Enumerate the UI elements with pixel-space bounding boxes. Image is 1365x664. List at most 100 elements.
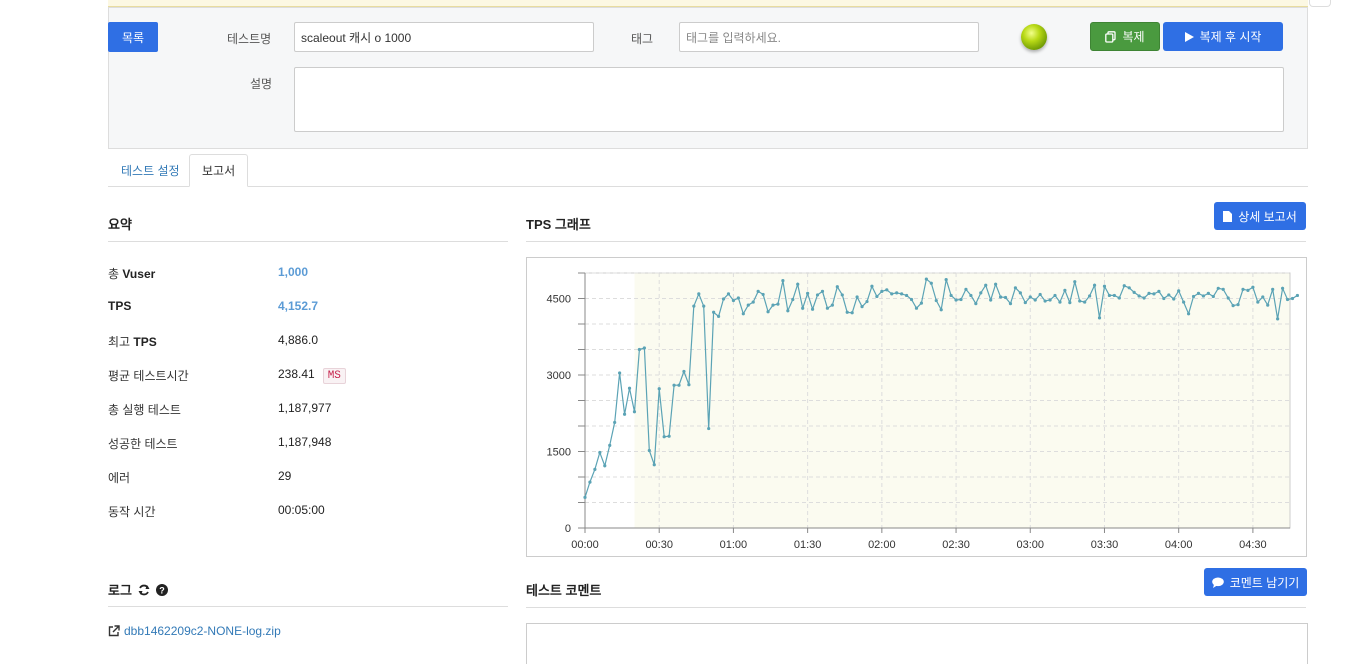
detail-report-label: 상세 보고서 bbox=[1238, 209, 1297, 224]
tps-data-point bbox=[791, 297, 795, 302]
tps-data-point bbox=[1132, 290, 1136, 294]
clone-and-start-button[interactable]: 복제 후 시작 bbox=[1163, 22, 1283, 51]
tab-report[interactable]: 보고서 bbox=[189, 154, 249, 187]
y-tick-label: 0 bbox=[565, 523, 571, 535]
clone-and-start-label: 복제 후 시작 bbox=[1199, 30, 1262, 44]
x-tick-label: 03:30 bbox=[1091, 539, 1119, 551]
tps-data-point bbox=[1078, 299, 1082, 303]
tps-data-point bbox=[860, 305, 864, 309]
corner-button[interactable] bbox=[1309, 0, 1331, 7]
tps-data-point bbox=[721, 297, 726, 301]
leave-comment-button[interactable]: 코멘트 남기기 bbox=[1204, 568, 1307, 596]
tps-data-point bbox=[939, 308, 943, 312]
tps-data-point bbox=[776, 302, 780, 306]
tps-data-point bbox=[1276, 317, 1280, 321]
tps-data-point bbox=[914, 306, 919, 310]
tps-data-point bbox=[835, 285, 839, 289]
tps-data-point bbox=[1058, 300, 1062, 304]
tps-data-point bbox=[944, 278, 948, 282]
tps-data-point bbox=[1107, 293, 1112, 298]
tps-data-point bbox=[825, 306, 830, 310]
tps-chart-svg: 00:00 00:30 01:00 01:30 02:00 02:30 03:00 03:30… bbox=[547, 272, 1300, 551]
tps-data-point bbox=[647, 448, 651, 453]
tps-data-point bbox=[627, 386, 632, 390]
tps-data-point bbox=[1201, 294, 1206, 298]
summary-value-text: 4,886.0 bbox=[278, 333, 319, 347]
test-name-label: 테스트명 bbox=[227, 32, 272, 46]
tps-data-point bbox=[652, 463, 656, 467]
x-tick-label: 03:00 bbox=[1016, 539, 1044, 551]
tps-data-point bbox=[1216, 286, 1220, 290]
tag-input[interactable]: 태그를 입력하세요. bbox=[679, 22, 979, 52]
tps-data-point bbox=[716, 314, 721, 318]
comment-box[interactable] bbox=[526, 623, 1308, 664]
test-name-input[interactable]: scaleout 캐시 o 1000 bbox=[294, 22, 594, 52]
tps-data-point bbox=[1003, 295, 1008, 300]
tps-data-point bbox=[840, 293, 844, 297]
tps-data-point bbox=[796, 282, 800, 286]
comment-icon bbox=[1211, 577, 1224, 588]
x-tick-label: 02:30 bbox=[942, 539, 970, 551]
description-textarea[interactable] bbox=[294, 67, 1284, 132]
tps-data-point bbox=[588, 480, 592, 484]
tps-data-point bbox=[909, 297, 914, 302]
tps-data-point bbox=[1013, 286, 1018, 290]
status-indicator-light bbox=[1021, 24, 1047, 50]
summary-label: 평균 테스트시간 bbox=[108, 367, 189, 384]
tps-data-point bbox=[1191, 294, 1196, 299]
tps-data-point bbox=[1038, 292, 1042, 297]
notice-strip bbox=[108, 0, 1308, 7]
tps-data-point bbox=[1271, 287, 1275, 291]
tps-data-point bbox=[1251, 285, 1255, 289]
tab-test-settings[interactable]: 테스트 설정 bbox=[109, 154, 192, 186]
detail-report-button[interactable]: 상세 보고서 bbox=[1214, 202, 1306, 230]
refresh-icon[interactable] bbox=[138, 584, 150, 596]
tps-data-point bbox=[1167, 293, 1171, 297]
summary-value-text: 00:05:00 bbox=[278, 503, 325, 517]
summary-value[interactable]: 4,152.7 bbox=[278, 299, 318, 313]
tps-data-point bbox=[746, 303, 750, 307]
summary-value: 4,886.0 bbox=[278, 333, 318, 347]
x-tick-label: 00:30 bbox=[645, 539, 673, 551]
list-button[interactable]: 목록 bbox=[108, 22, 158, 52]
tps-data-point bbox=[1068, 300, 1072, 305]
log-file-link[interactable]: dbb1462209c2-NONE-log.zip bbox=[124, 624, 281, 638]
tps-data-point bbox=[904, 293, 909, 298]
tps-data-point bbox=[1182, 300, 1186, 304]
tps-data-point bbox=[1063, 288, 1067, 292]
tps-data-point bbox=[1088, 294, 1092, 298]
summary-value-text: 1,187,977 bbox=[278, 401, 332, 415]
tps-data-point bbox=[761, 292, 765, 297]
summary-value: 1,187,977 bbox=[278, 401, 331, 415]
tps-divider bbox=[526, 241, 1306, 242]
tps-data-point bbox=[1295, 293, 1300, 298]
tps-data-point bbox=[934, 298, 938, 303]
summary-value-text: 1,187,948 bbox=[278, 435, 332, 449]
clone-button[interactable]: 복제 bbox=[1090, 22, 1160, 51]
tps-data-point bbox=[736, 296, 740, 300]
tps-data-point bbox=[1048, 298, 1052, 302]
tps-data-point bbox=[1186, 312, 1191, 316]
tps-data-point bbox=[801, 306, 805, 310]
summary-title: 요약 bbox=[108, 217, 132, 232]
help-icon[interactable]: ? bbox=[155, 583, 168, 596]
tps-data-point bbox=[979, 291, 983, 295]
tps-data-point bbox=[598, 450, 602, 455]
tps-data-point bbox=[1280, 286, 1285, 290]
summary-value[interactable]: 1,000 bbox=[278, 265, 308, 279]
clone-button-label: 복제 bbox=[1122, 30, 1145, 44]
tps-data-point bbox=[815, 293, 820, 297]
tps-data-point bbox=[1117, 296, 1121, 300]
tps-data-point bbox=[880, 289, 884, 293]
tps-data-point bbox=[875, 294, 879, 299]
summary-label-text: 동작 시간 bbox=[108, 505, 156, 519]
tps-data-point bbox=[657, 387, 661, 391]
tps-data-point bbox=[1073, 280, 1077, 284]
tps-data-point bbox=[707, 426, 711, 431]
tps-data-point bbox=[1083, 300, 1087, 304]
x-tick-label: 04:00 bbox=[1165, 539, 1193, 551]
tps-data-point bbox=[1226, 296, 1230, 300]
tps-data-point bbox=[766, 310, 770, 314]
tps-data-point bbox=[1177, 289, 1181, 293]
tps-data-point bbox=[806, 291, 810, 295]
